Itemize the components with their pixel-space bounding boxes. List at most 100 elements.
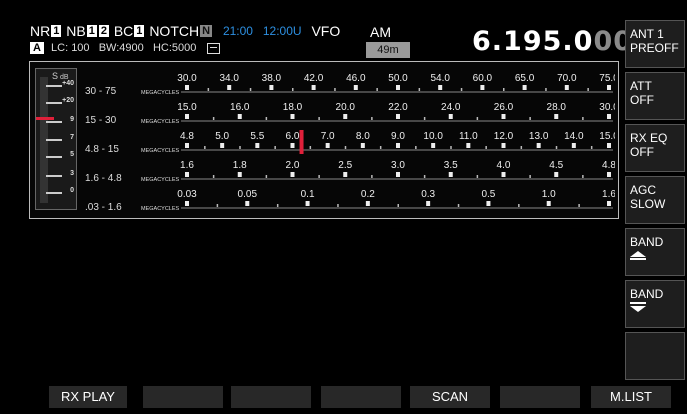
scale-major-tick bbox=[554, 114, 559, 119]
side-button-value: OFF bbox=[630, 93, 654, 107]
side-button-value: PREOFF bbox=[630, 41, 679, 55]
s-meter-label: +20 bbox=[62, 97, 74, 104]
side-button-label: ATT bbox=[630, 79, 652, 93]
scale-minor-tick bbox=[587, 88, 589, 91]
scale-tick-label: 75.0 bbox=[599, 73, 615, 84]
scale-major-tick bbox=[305, 201, 310, 206]
side-button-label: AGC bbox=[630, 183, 657, 197]
filter-info: A LC: 100 BW:4900 HC:5000 bbox=[30, 42, 220, 58]
scale-major-tick bbox=[396, 114, 400, 119]
scale-tick-label: 0.2 bbox=[361, 189, 375, 200]
nr-indicator: 1 bbox=[51, 25, 62, 38]
scale-tick-label: 0.3 bbox=[421, 189, 435, 200]
scale-minor-tick bbox=[318, 175, 320, 178]
scale-major-tick bbox=[185, 85, 189, 90]
scale-major-tick bbox=[466, 143, 471, 148]
rx-play-key[interactable]: RX PLAY bbox=[49, 386, 127, 408]
scale-major-tick bbox=[546, 201, 551, 206]
blank-function-key[interactable] bbox=[321, 386, 401, 408]
s-meter-label: 5 bbox=[70, 151, 74, 158]
lc-value: LC: 100 bbox=[51, 42, 90, 54]
scale-tick-label: 8.0 bbox=[356, 131, 370, 142]
triangle-down-icon bbox=[630, 306, 646, 312]
scale-minor-tick bbox=[274, 146, 276, 149]
band-down-button[interactable]: BAND bbox=[625, 280, 685, 328]
scale-tick-label: 4.5 bbox=[549, 160, 563, 171]
scale-major-tick bbox=[607, 114, 611, 119]
triangle-up-icon bbox=[630, 251, 646, 257]
scale-tick-label: 46.0 bbox=[346, 73, 366, 84]
scale-major-tick bbox=[501, 172, 506, 177]
s-meter: SdB +40 +20 9 7 5 3 0 bbox=[35, 68, 77, 210]
scale-minor-tick bbox=[344, 146, 347, 149]
att-button[interactable]: ATT OFF bbox=[625, 72, 685, 120]
underline-icon bbox=[630, 258, 646, 260]
scale-tick-label: 11.0 bbox=[459, 131, 478, 142]
agc-button[interactable]: AGC SLOW bbox=[625, 176, 685, 224]
nb-label: NB bbox=[66, 23, 86, 40]
scale-major-tick bbox=[325, 143, 330, 148]
scale-unit-label: MEGACYCLES bbox=[141, 119, 180, 125]
scale-minor-tick bbox=[555, 146, 558, 149]
side-button-value: OFF bbox=[630, 145, 654, 159]
rx-eq-button[interactable]: RX EQ OFF bbox=[625, 124, 685, 172]
scale-minor-tick bbox=[239, 146, 241, 149]
blank-side-button[interactable] bbox=[625, 332, 685, 380]
band-scale[interactable]: 30 - 75 MEGACYCLES 30.0 34.0 38.0 42.0 46.0 50.… bbox=[79, 66, 615, 214]
scale-minor-tick bbox=[292, 88, 294, 91]
scale-tick-label: 30.0 bbox=[177, 73, 197, 84]
notch-indicator: N bbox=[200, 25, 213, 38]
scale-unit-label: MEGACYCLES bbox=[141, 148, 180, 154]
m-list-key[interactable]: M.LIST bbox=[591, 386, 671, 408]
scale-major-tick bbox=[360, 143, 365, 148]
scale-minor-tick bbox=[204, 146, 206, 149]
scale-major-tick bbox=[245, 201, 250, 206]
scale-row: .03 - 1.6 MEGACYCLES 0.03 0.05 0.1 0.2 0.3 0.5 1… bbox=[85, 189, 615, 213]
scale-major-tick bbox=[237, 172, 242, 177]
scale-major-tick bbox=[448, 172, 453, 177]
blank-function-key[interactable] bbox=[500, 386, 580, 408]
scale-tick-label: 14.0 bbox=[564, 131, 584, 142]
side-button-label: BAND bbox=[630, 235, 664, 249]
scale-range-label: .03 - 1.6 bbox=[85, 202, 122, 213]
scale-minor-tick bbox=[423, 117, 426, 120]
scan-key[interactable]: SCAN bbox=[410, 386, 490, 408]
scale-major-tick bbox=[607, 85, 611, 90]
scale-row: 30 - 75 MEGACYCLES 30.0 34.0 38.0 42.0 46.0 50.… bbox=[85, 73, 615, 97]
side-button-label: BAND bbox=[630, 287, 664, 301]
scale-major-tick bbox=[522, 85, 527, 90]
scale-minor-tick bbox=[582, 175, 584, 178]
s-meter-label: 7 bbox=[70, 134, 74, 141]
scale-tick-label: 42.0 bbox=[304, 73, 324, 84]
scale-minor-tick bbox=[578, 204, 580, 207]
scale-tick-label: 1.0 bbox=[542, 189, 556, 200]
band-up-button[interactable]: BAND bbox=[625, 228, 685, 276]
band-indicator: 49m bbox=[366, 42, 410, 58]
scale-major-tick bbox=[237, 114, 242, 119]
scale-unit-label: MEGACYCLES bbox=[141, 90, 180, 96]
scale-row: 15 - 30 MEGACYCLES 15.0 16.0 18.0 20.0 22.0 24.… bbox=[85, 102, 615, 126]
frequency-display[interactable]: 6.195.000 bbox=[472, 26, 633, 57]
scale-tick-label: 0.03 bbox=[177, 189, 197, 200]
scale-minor-tick bbox=[276, 204, 279, 207]
scale-minor-tick bbox=[590, 146, 593, 149]
blank-function-key[interactable] bbox=[143, 386, 223, 408]
scale-minor-tick bbox=[485, 146, 487, 149]
scale-minor-tick bbox=[371, 117, 373, 120]
scale-minor-tick bbox=[520, 146, 523, 149]
scale-major-tick bbox=[607, 172, 611, 177]
s-meter-label: 0 bbox=[70, 187, 74, 194]
blank-function-key[interactable] bbox=[231, 386, 311, 408]
scale-tick-label: 4.8 bbox=[180, 131, 194, 142]
scale-minor-tick bbox=[334, 88, 336, 91]
scale-minor-tick bbox=[212, 117, 215, 120]
tuning-marker[interactable] bbox=[299, 130, 304, 154]
scale-unit-label: MEGACYCLES bbox=[141, 206, 180, 212]
scale-range-label: 1.6 - 4.8 bbox=[85, 173, 122, 184]
nb-indicator-2: 2 bbox=[98, 25, 109, 38]
scale-tick-label: 2.0 bbox=[286, 160, 300, 171]
scale-row: 4.8 - 15 MEGACYCLES4.8 5.0 5.5 6.0 7.0 8.0 9.0 1… bbox=[85, 131, 615, 155]
ant-1-button[interactable]: ANT 1 PREOFF bbox=[625, 20, 685, 68]
scale-tick-label: 5.0 bbox=[215, 131, 229, 142]
scale-tick-label: 2.5 bbox=[338, 160, 352, 171]
